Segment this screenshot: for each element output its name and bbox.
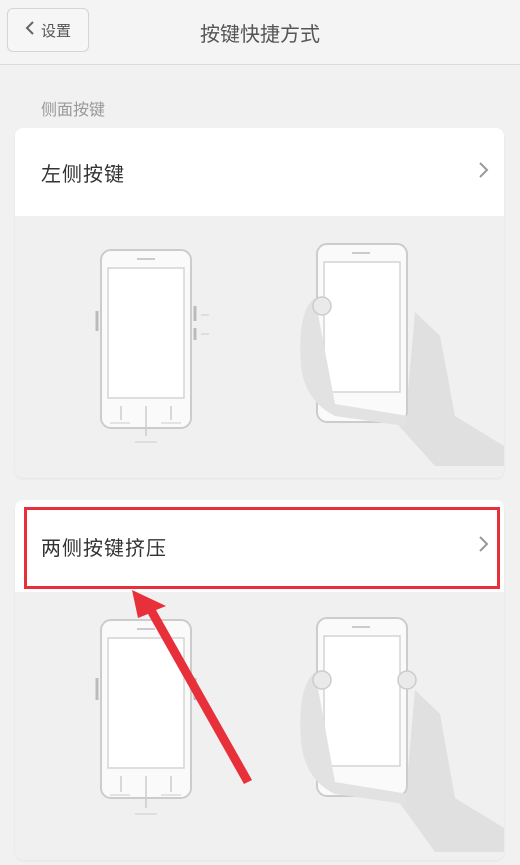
squeeze-illustration: [95, 617, 504, 852]
highlight-box: [24, 507, 500, 589]
left-key-illustration: [95, 243, 504, 466]
top-bar: 设置 按键快捷方式: [0, 0, 520, 65]
phone-illustration: [95, 619, 197, 815]
option-label: 左侧按键: [41, 162, 125, 186]
hand-holding-phone-illustration: [300, 243, 504, 466]
phone-illustration: [95, 249, 209, 443]
section-title: 侧面按键: [41, 100, 106, 119]
page-title: 按键快捷方式: [200, 22, 320, 46]
hand-holding-phone-illustration: [300, 617, 504, 852]
chevron-right-icon: [479, 162, 489, 178]
option-row-left-key[interactable]: 左侧按键: [15, 128, 504, 216]
option-card-left-key: 左侧按键: [15, 128, 504, 478]
